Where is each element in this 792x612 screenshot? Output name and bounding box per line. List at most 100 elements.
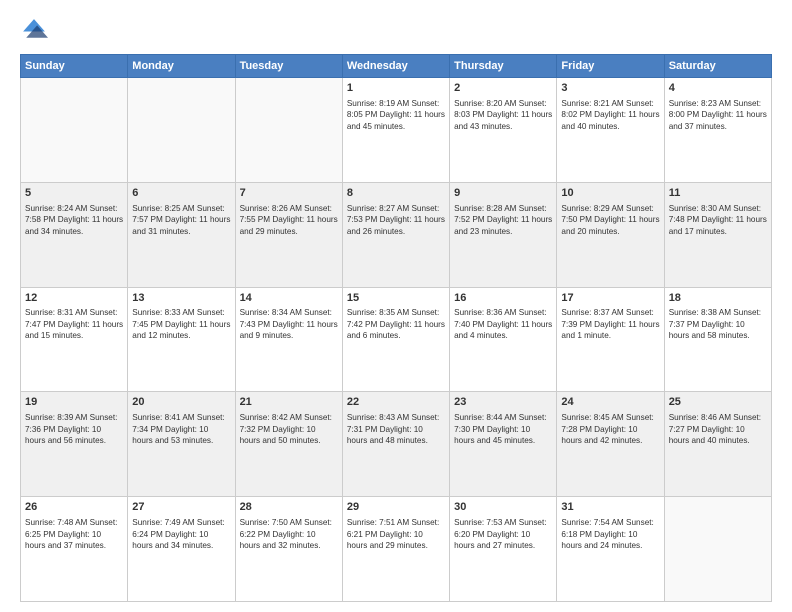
day-number: 11 [669,186,767,201]
day-info: Sunrise: 8:36 AM Sunset: 7:40 PM Dayligh… [454,307,552,341]
day-cell: 11 Sunrise: 8:30 AM Sunset: 7:48 PM Dayli… [664,182,771,287]
day-info: Sunrise: 8:29 AM Sunset: 7:50 PM Dayligh… [561,203,659,237]
day-number: 21 [240,395,338,410]
day-cell: 10Sunrise: 8:29 AM Sunset: 7:50 PM Dayli… [557,182,664,287]
day-cell: 31Sunrise: 7:54 AM Sunset: 6:18 PM Dayli… [557,497,664,602]
day-number: 23 [454,395,552,410]
day-number: 6 [132,186,230,201]
day-info: Sunrise: 8:25 AM Sunset: 7:57 PM Dayligh… [132,203,230,237]
day-info: Sunrise: 8:35 AM Sunset: 7:42 PM Dayligh… [347,307,445,341]
day-number: 1 [347,81,445,96]
weekday-header-friday: Friday [557,55,664,78]
week-row-4: 19 Sunrise: 8:39 AM Sunset: 7:36 PM Dayli… [21,392,772,497]
day-number: 30 [454,500,552,515]
day-cell: 20 Sunrise: 8:41 AM Sunset: 7:34 PM Dayli… [128,392,235,497]
week-row-1: 1 Sunrise: 8:19 AM Sunset: 8:05 PM Daylig… [21,78,772,183]
day-info: Sunrise: 8:21 AM Sunset: 8:02 PM Dayligh… [561,98,659,132]
day-cell: 24 Sunrise: 8:45 AM Sunset: 7:28 PM Dayli… [557,392,664,497]
day-cell: 19 Sunrise: 8:39 AM Sunset: 7:36 PM Dayli… [21,392,128,497]
day-number: 12 [25,291,123,306]
day-info: Sunrise: 8:24 AM Sunset: 7:58 PM Dayligh… [25,203,123,237]
day-info: Sunrise: 7:48 AM Sunset: 6:25 PM Dayligh… [25,517,123,551]
day-cell: 26 Sunrise: 7:48 AM Sunset: 6:25 PM Dayli… [21,497,128,602]
day-info: Sunrise: 8:44 AM Sunset: 7:30 PM Dayligh… [454,412,552,446]
day-cell [664,497,771,602]
day-cell [235,78,342,183]
day-info: Sunrise: 8:39 AM Sunset: 7:36 PM Dayligh… [25,412,123,446]
day-cell: 16Sunrise: 8:36 AM Sunset: 7:40 PM Dayli… [450,287,557,392]
day-info: Sunrise: 8:46 AM Sunset: 7:27 PM Dayligh… [669,412,767,446]
day-cell: 2Sunrise: 8:20 AM Sunset: 8:03 PM Daylig… [450,78,557,183]
week-row-3: 12Sunrise: 8:31 AM Sunset: 7:47 PM Dayli… [21,287,772,392]
day-number: 4 [669,81,767,96]
day-info: Sunrise: 8:33 AM Sunset: 7:45 PM Dayligh… [132,307,230,341]
day-number: 26 [25,500,123,515]
day-info: Sunrise: 8:27 AM Sunset: 7:53 PM Dayligh… [347,203,445,237]
day-cell: 25 Sunrise: 8:46 AM Sunset: 7:27 PM Dayli… [664,392,771,497]
day-cell: 9Sunrise: 8:28 AM Sunset: 7:52 PM Daylig… [450,182,557,287]
day-cell: 8 Sunrise: 8:27 AM Sunset: 7:53 PM Daylig… [342,182,449,287]
day-number: 3 [561,81,659,96]
day-number: 5 [25,186,123,201]
day-cell [128,78,235,183]
day-info: Sunrise: 8:45 AM Sunset: 7:28 PM Dayligh… [561,412,659,446]
weekday-header-saturday: Saturday [664,55,771,78]
day-cell: 1 Sunrise: 8:19 AM Sunset: 8:05 PM Daylig… [342,78,449,183]
weekday-header-wednesday: Wednesday [342,55,449,78]
week-row-2: 5 Sunrise: 8:24 AM Sunset: 7:58 PM Daylig… [21,182,772,287]
page: SundayMondayTuesdayWednesdayThursdayFrid… [0,0,792,612]
day-info: Sunrise: 7:51 AM Sunset: 6:21 PM Dayligh… [347,517,445,551]
weekday-header-row: SundayMondayTuesdayWednesdayThursdayFrid… [21,55,772,78]
day-info: Sunrise: 8:31 AM Sunset: 7:47 PM Dayligh… [25,307,123,341]
day-cell: 4Sunrise: 8:23 AM Sunset: 8:00 PM Daylig… [664,78,771,183]
day-cell [21,78,128,183]
logo-icon [20,16,48,44]
day-number: 17 [561,291,659,306]
day-info: Sunrise: 8:42 AM Sunset: 7:32 PM Dayligh… [240,412,338,446]
day-cell: 14Sunrise: 8:34 AM Sunset: 7:43 PM Dayli… [235,287,342,392]
day-cell: 21 Sunrise: 8:42 AM Sunset: 7:32 PM Dayli… [235,392,342,497]
day-cell: 17Sunrise: 8:37 AM Sunset: 7:39 PM Dayli… [557,287,664,392]
day-cell: 3 Sunrise: 8:21 AM Sunset: 8:02 PM Daylig… [557,78,664,183]
day-number: 22 [347,395,445,410]
weekday-header-monday: Monday [128,55,235,78]
header [20,16,772,44]
day-info: Sunrise: 8:43 AM Sunset: 7:31 PM Dayligh… [347,412,445,446]
day-number: 20 [132,395,230,410]
logo [20,16,52,44]
day-info: Sunrise: 7:53 AM Sunset: 6:20 PM Dayligh… [454,517,552,551]
day-cell: 23 Sunrise: 8:44 AM Sunset: 7:30 PM Dayli… [450,392,557,497]
day-cell: 12Sunrise: 8:31 AM Sunset: 7:47 PM Dayli… [21,287,128,392]
weekday-header-thursday: Thursday [450,55,557,78]
day-cell: 27 Sunrise: 7:49 AM Sunset: 6:24 PM Dayli… [128,497,235,602]
day-cell: 7Sunrise: 8:26 AM Sunset: 7:55 PM Daylig… [235,182,342,287]
day-info: Sunrise: 8:28 AM Sunset: 7:52 PM Dayligh… [454,203,552,237]
day-number: 31 [561,500,659,515]
day-info: Sunrise: 8:41 AM Sunset: 7:34 PM Dayligh… [132,412,230,446]
day-number: 27 [132,500,230,515]
calendar-table: SundayMondayTuesdayWednesdayThursdayFrid… [20,54,772,602]
day-info: Sunrise: 8:30 AM Sunset: 7:48 PM Dayligh… [669,203,767,237]
day-number: 29 [347,500,445,515]
weekday-header-sunday: Sunday [21,55,128,78]
day-cell: 30 Sunrise: 7:53 AM Sunset: 6:20 PM Dayli… [450,497,557,602]
day-number: 25 [669,395,767,410]
day-info: Sunrise: 8:19 AM Sunset: 8:05 PM Dayligh… [347,98,445,132]
day-info: Sunrise: 7:50 AM Sunset: 6:22 PM Dayligh… [240,517,338,551]
day-number: 13 [132,291,230,306]
weekday-header-tuesday: Tuesday [235,55,342,78]
day-info: Sunrise: 8:37 AM Sunset: 7:39 PM Dayligh… [561,307,659,341]
day-info: Sunrise: 7:49 AM Sunset: 6:24 PM Dayligh… [132,517,230,551]
day-number: 7 [240,186,338,201]
day-info: Sunrise: 8:20 AM Sunset: 8:03 PM Dayligh… [454,98,552,132]
day-cell: 29 Sunrise: 7:51 AM Sunset: 6:21 PM Dayli… [342,497,449,602]
day-number: 18 [669,291,767,306]
day-cell: 28 Sunrise: 7:50 AM Sunset: 6:22 PM Dayli… [235,497,342,602]
day-cell: 18Sunrise: 8:38 AM Sunset: 7:37 PM Dayli… [664,287,771,392]
day-info: Sunrise: 8:34 AM Sunset: 7:43 PM Dayligh… [240,307,338,341]
day-number: 28 [240,500,338,515]
day-number: 8 [347,186,445,201]
day-number: 24 [561,395,659,410]
day-number: 15 [347,291,445,306]
day-number: 19 [25,395,123,410]
